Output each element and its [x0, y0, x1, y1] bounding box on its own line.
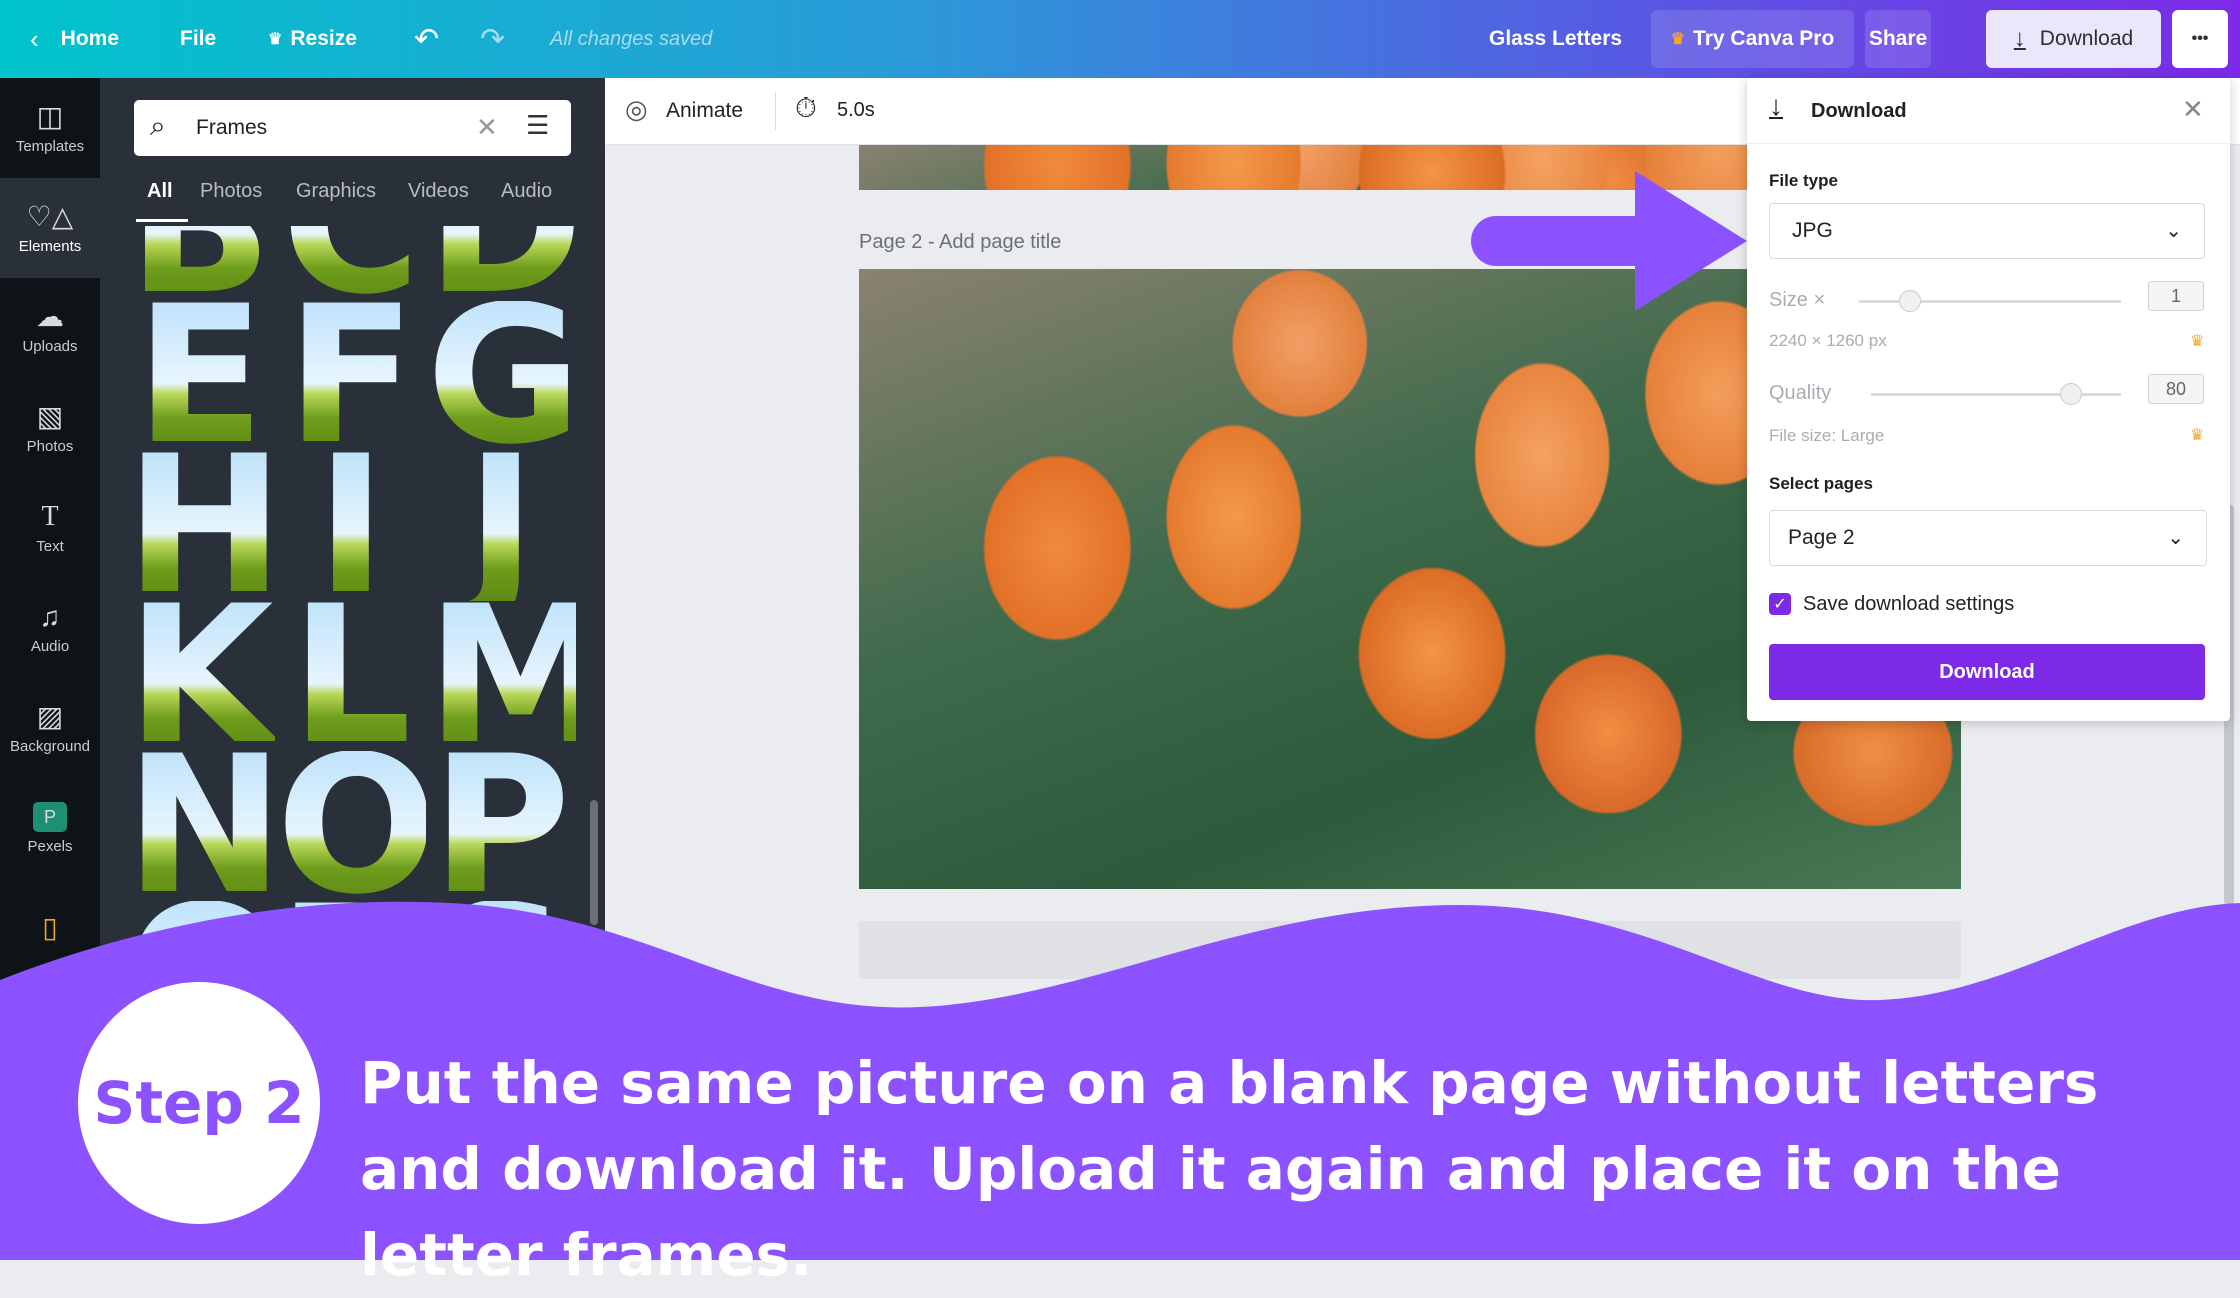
save-settings-label[interactable]: Save download settings	[1803, 593, 2014, 616]
rail-label: Pexels	[27, 837, 73, 855]
rail-label: Text	[36, 537, 64, 555]
tab-graphics[interactable]: Graphics	[296, 180, 376, 203]
rail-label: Background	[9, 737, 91, 755]
active-tab-indicator	[136, 219, 188, 222]
rail-item-background[interactable]: ▨ Background	[0, 678, 100, 778]
chevron-down-icon: ⌄	[2165, 220, 2182, 242]
pages-value: Page 2	[1788, 526, 1855, 549]
page-title[interactable]: Page 2 - Add page title	[859, 231, 1061, 254]
share-button[interactable]: Share	[1865, 10, 1931, 68]
crown-icon: ♛	[1670, 31, 1686, 48]
upload-icon: ☁	[36, 300, 64, 332]
background-icon: ▨	[36, 700, 64, 732]
rail-label: Templates	[15, 137, 85, 155]
tab-videos[interactable]: Videos	[408, 180, 469, 203]
rail-item-uploads[interactable]: ☁ Uploads	[0, 278, 100, 378]
rail-item-pexels[interactable]: P Pexels	[0, 778, 100, 878]
rail-label: Audio	[30, 637, 70, 655]
download-icon: ↓	[2013, 25, 2026, 52]
pointer-arrow	[1471, 171, 1747, 311]
close-icon[interactable]: ✕	[2182, 94, 2204, 125]
rail-label: Photos	[26, 437, 74, 455]
rail-label: Uploads	[22, 337, 78, 355]
home-button[interactable]: ‹ Home	[30, 0, 119, 78]
rail-label: Elements	[18, 237, 82, 255]
size-slider-handle[interactable]	[1899, 290, 1921, 312]
file-size-text: File size: Large	[1769, 426, 1885, 445]
rail-item-elements[interactable]: ♡△ Elements	[0, 178, 100, 278]
home-label: Home	[60, 27, 120, 50]
resize-label: Resize	[290, 27, 357, 50]
rail-item-audio[interactable]: ♫ Audio	[0, 578, 100, 678]
try-pro-label: Try Canva Pro	[1693, 27, 1835, 50]
try-canva-pro-button[interactable]: ♛ Try Canva Pro	[1651, 10, 1854, 68]
pages-select[interactable]: Page 2 ⌄	[1769, 510, 2207, 566]
file-type-value: JPG	[1792, 219, 1833, 242]
toolbar-divider	[775, 92, 776, 130]
chevron-down-icon: ⌄	[2167, 527, 2184, 549]
animate-icon: ◎	[625, 94, 648, 124]
crown-icon: ♛	[2190, 427, 2205, 444]
redo-icon[interactable]: ↷	[480, 0, 505, 78]
crown-icon: ♛	[268, 31, 283, 48]
templates-icon: ◫	[36, 100, 64, 132]
resize-button[interactable]: ♛ Resize	[268, 0, 357, 78]
download-confirm-button[interactable]: Download	[1769, 644, 2205, 700]
quality-input[interactable]: 80	[2148, 374, 2204, 404]
quality-label: Quality	[1769, 382, 1832, 404]
design-title[interactable]: Glass Letters	[1489, 0, 1622, 78]
rail-item-templates[interactable]: ◫ Templates	[0, 78, 100, 178]
rail-item-text[interactable]: T Text	[0, 478, 100, 578]
quality-slider-handle[interactable]	[2060, 383, 2082, 405]
banner-instruction: Put the same picture on a blank page wit…	[360, 1049, 2099, 1289]
download-panel: ↓ Download ✕ File type JPG ⌄ Size × 1 224…	[1747, 78, 2230, 721]
filter-icon[interactable]: ☰	[526, 110, 549, 141]
quality-slider[interactable]	[1871, 393, 2121, 396]
download-panel-title: Download	[1811, 100, 1907, 122]
search-value: Frames	[196, 116, 268, 139]
animate-button[interactable]: Animate	[666, 99, 743, 123]
step-badge: Step 2	[78, 982, 320, 1224]
download-icon: ↓	[1769, 90, 1783, 121]
chevron-left-icon: ‹	[30, 23, 39, 54]
pexels-icon: P	[33, 801, 67, 832]
dimensions-text: 2240 × 1260 px	[1769, 331, 1887, 350]
search-icon: ⌕	[150, 110, 166, 141]
tab-all[interactable]: All	[147, 180, 173, 203]
crown-icon: ♛	[2190, 333, 2205, 350]
undo-icon[interactable]: ↶	[414, 0, 439, 78]
timer-icon: ⏱	[795, 92, 817, 123]
file-type-label: File type	[1769, 171, 1838, 190]
file-menu[interactable]: File	[180, 0, 216, 78]
download-button[interactable]: ↓ Download	[1986, 10, 2161, 68]
more-options-button[interactable]: •••	[2172, 10, 2228, 68]
file-type-select[interactable]: JPG ⌄	[1769, 203, 2205, 259]
audio-icon: ♫	[39, 600, 61, 632]
photos-icon: ▧	[36, 400, 64, 432]
top-bar: ‹ Home File ♛ Resize ↶ ↷ All changes saved…	[0, 0, 2240, 78]
clear-icon[interactable]: ✕	[476, 112, 498, 143]
download-label: Download	[2039, 27, 2134, 50]
save-status: All changes saved	[550, 27, 713, 50]
tab-photos[interactable]: Photos	[200, 180, 262, 203]
elements-icon: ♡△	[26, 200, 74, 232]
size-input[interactable]: 1	[2148, 281, 2204, 311]
rail-item-photos[interactable]: ▧ Photos	[0, 378, 100, 478]
header-divider	[1747, 143, 2230, 144]
text-icon: T	[41, 500, 59, 532]
tab-audio[interactable]: Audio	[501, 180, 552, 203]
save-settings-checkbox[interactable]: ✓	[1769, 593, 1791, 615]
search-input[interactable]: ⌕ Frames ✕ ☰	[134, 100, 571, 156]
select-pages-label: Select pages	[1769, 474, 1873, 493]
duration-button[interactable]: 5.0s	[837, 99, 875, 122]
size-label: Size ×	[1769, 289, 1826, 311]
